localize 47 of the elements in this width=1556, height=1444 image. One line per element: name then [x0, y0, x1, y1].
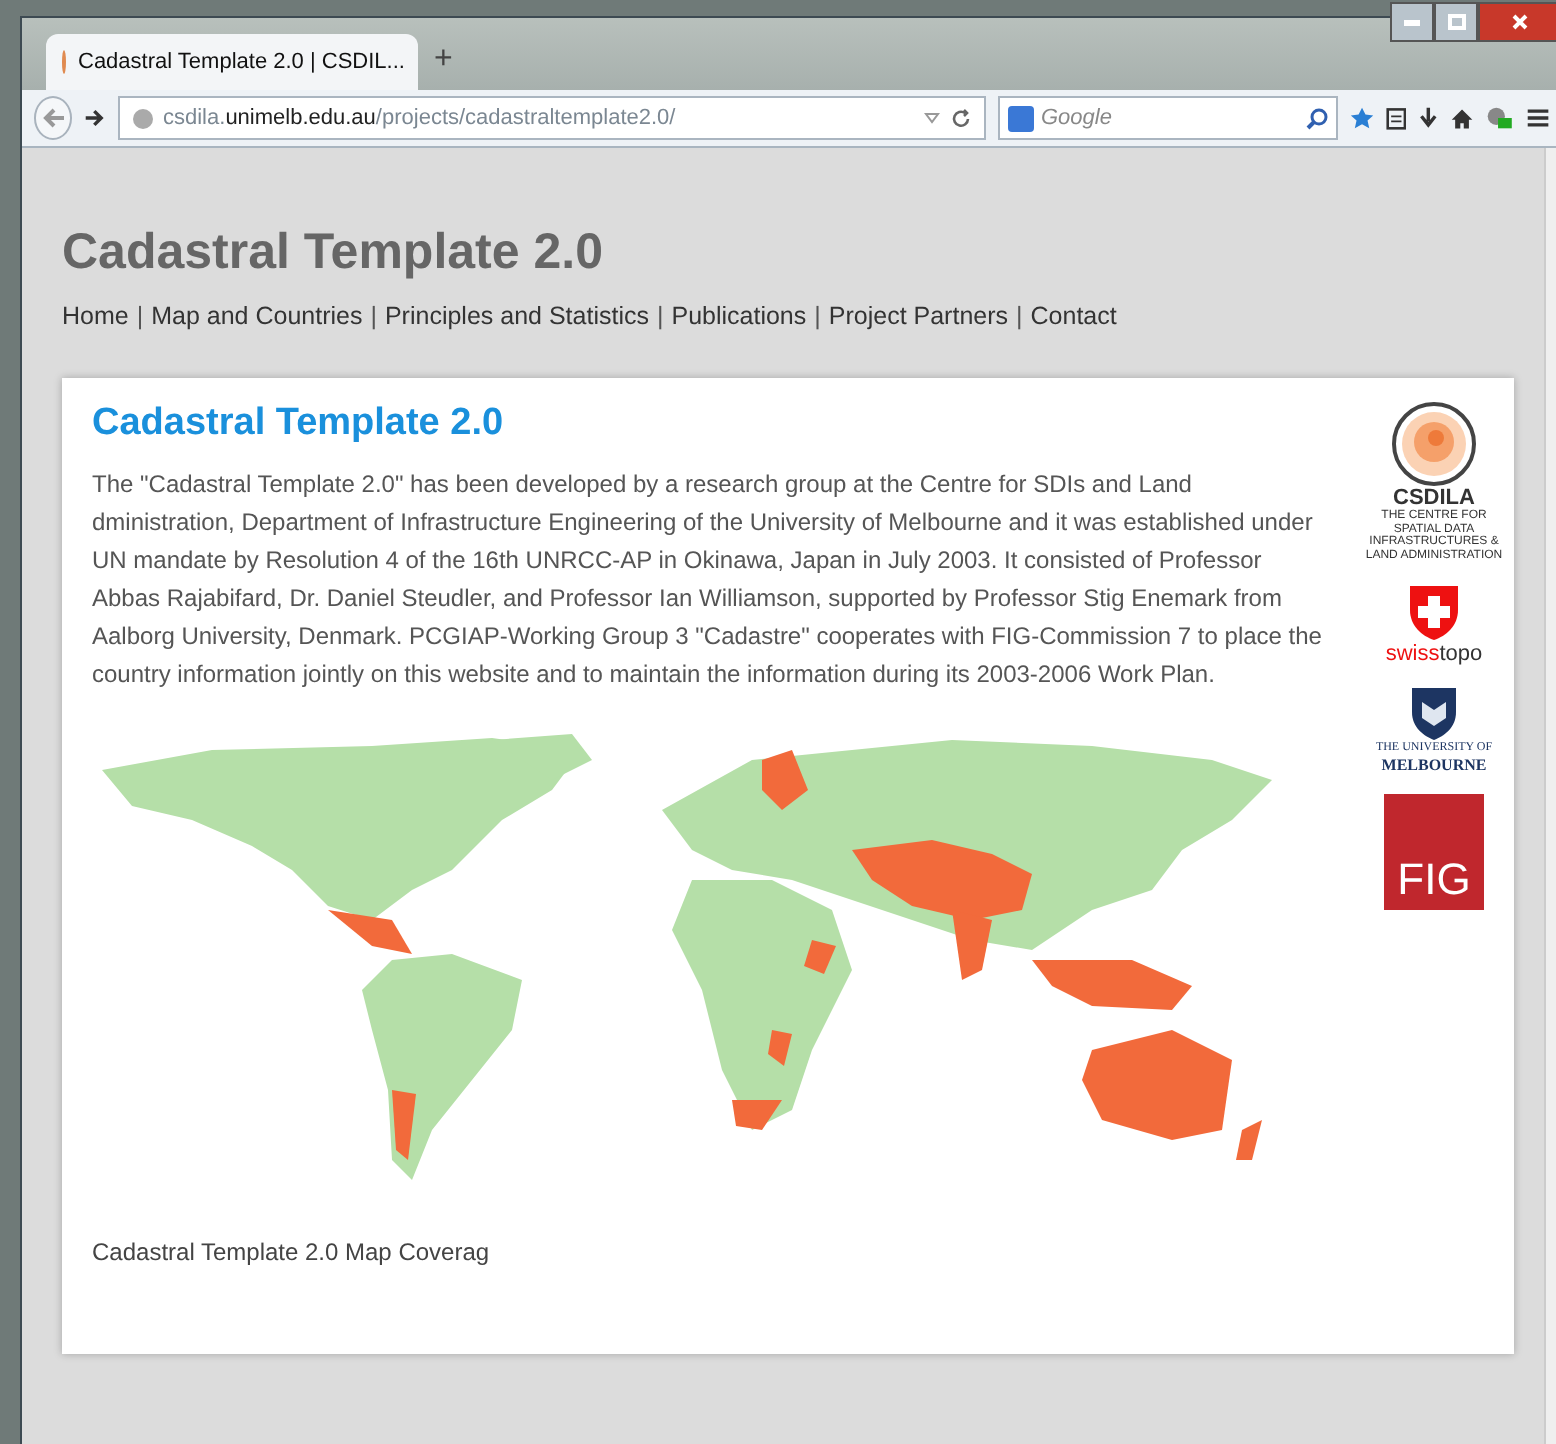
maximize-button[interactable] [1434, 2, 1478, 42]
globe-icon [131, 107, 153, 129]
nav-separator: | [1016, 302, 1023, 330]
close-button[interactable] [1478, 2, 1556, 42]
clipboard-icon[interactable] [1385, 104, 1406, 132]
extension-icon[interactable] [1486, 104, 1514, 132]
logo-wordmark: MELBOURNE [1381, 755, 1487, 774]
minimize-button[interactable] [1390, 2, 1434, 42]
home-icon[interactable] [1450, 105, 1475, 131]
back-button[interactable] [34, 96, 73, 140]
nav-link[interactable]: Map and Countries [151, 302, 363, 330]
logo-text: CSDILA [1393, 486, 1475, 510]
nav-link[interactable]: Contact [1030, 302, 1117, 330]
map-caption: Cadastral Template 2.0 Map Coverag [92, 1238, 492, 1266]
nav-separator: | [814, 302, 821, 330]
reload-icon[interactable] [949, 107, 971, 129]
menu-icon[interactable] [1525, 106, 1550, 130]
nav-link[interactable]: Project Partners [828, 302, 1009, 330]
new-tab-button[interactable]: + [434, 42, 453, 90]
search-icon[interactable] [1305, 107, 1327, 129]
site-title: Cadastral Template 2.0 [62, 224, 605, 282]
intro-paragraph: The "Cadastral Template 2.0" has been developed by a research group at the Centre for SDIs and Land dministration, Department of Infrastructure Engineering of the University of Melbourne and it was established under UN mandate by Resolution 4 of the 16th UNRCC-AP in Okinawa, Japan in July 2003. It consisted of Professor Abbas Rajabifard, Dr. Daniel Steudler, and Professor Ian Williamson, supported by Professor Stig Enemark from Aalborg University, Denmark. PCGIAP-Working Group 3 "Cadastre" cooperates with FIG-Commission 7 to place the country information jointly on this website and to maintain the information during its 2003-2006 Work Plan. [92, 468, 1324, 692]
dropdown-arrow-icon[interactable] [923, 112, 939, 124]
address-bar[interactable]: csdila.unimelb.edu.au/projects/cadastraltemplate2.0/ [117, 96, 985, 140]
nav-link[interactable]: Publications [671, 302, 807, 330]
nav-separator: | [136, 302, 144, 330]
maximize-icon [1447, 14, 1465, 30]
nav-separator: | [656, 302, 664, 330]
star-icon[interactable] [1349, 104, 1374, 132]
forward-icon[interactable] [84, 106, 105, 130]
minimize-icon [1404, 19, 1420, 25]
browser-tab[interactable]: Cadastral Template 2.0 | CSDIL... [46, 34, 418, 90]
card-heading: Cadastral Template 2.0 [92, 402, 506, 446]
nav-separator: | [370, 302, 377, 330]
cross-shield-icon [1406, 582, 1462, 643]
search-engine-icon[interactable] [1007, 105, 1033, 131]
close-icon [1512, 14, 1528, 30]
nav-link[interactable]: Principles and Statistics [384, 302, 649, 330]
download-icon[interactable] [1417, 104, 1439, 132]
logo-text: swisstopo [1385, 642, 1483, 667]
crest-icon [1409, 686, 1458, 743]
back-arrow-icon [41, 106, 66, 130]
concentric-circle-logo-icon [1392, 402, 1476, 486]
search-input[interactable]: Google [1041, 106, 1261, 130]
search-field[interactable]: Google [997, 96, 1337, 140]
fig-logo: FIG [1384, 793, 1484, 910]
nav-link[interactable]: Home [62, 302, 129, 330]
